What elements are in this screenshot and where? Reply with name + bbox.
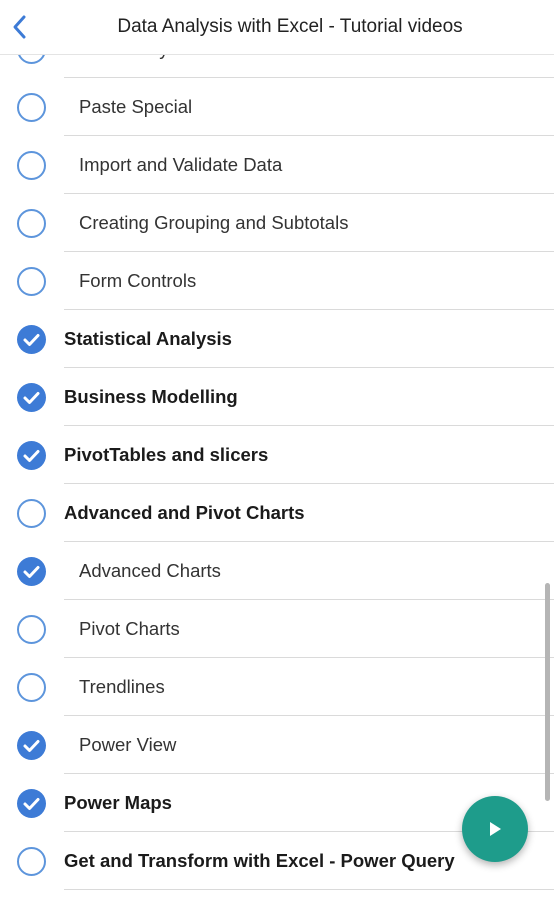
- back-button[interactable]: [0, 0, 40, 54]
- lesson-row[interactable]: Pivot Charts: [0, 600, 554, 658]
- section-row[interactable]: Advanced and Pivot Charts: [0, 484, 554, 542]
- unchecked-circle-icon[interactable]: [17, 615, 46, 644]
- checkmark-icon: [23, 566, 40, 578]
- lesson-label: Creating Grouping and Subtotals: [79, 212, 349, 233]
- lesson-row[interactable]: Import and Validate Data: [0, 136, 554, 194]
- unchecked-circle-icon[interactable]: [17, 847, 46, 876]
- section-row[interactable]: PivotTables and slicers: [0, 426, 554, 484]
- checkmark-icon: [23, 798, 40, 810]
- lesson-label: Form Controls: [79, 270, 197, 291]
- page-title: Data Analysis with Excel - Tutorial vide…: [117, 16, 463, 37]
- lesson-label: Get and Transform with Excel - Power Que…: [64, 850, 455, 871]
- unchecked-circle-icon[interactable]: [17, 209, 46, 238]
- lesson-label: Advanced and Pivot Charts: [64, 502, 305, 523]
- lesson-label: Import and Validate Data: [79, 154, 283, 175]
- lesson-label: Pivot Charts: [79, 618, 180, 639]
- lesson-label: PivotTables and slicers: [64, 444, 269, 465]
- unchecked-circle-icon[interactable]: [17, 499, 46, 528]
- chevron-left-icon: [13, 15, 26, 39]
- unchecked-circle-icon[interactable]: [17, 93, 46, 122]
- unchecked-circle-icon[interactable]: [17, 151, 46, 180]
- lesson-row[interactable]: Power View: [0, 716, 554, 774]
- checkmark-icon: [23, 450, 40, 462]
- app-header: Data Analysis with Excel - Tutorial vide…: [0, 0, 554, 55]
- lesson-label: Trendlines: [79, 676, 165, 697]
- play-icon: [490, 822, 501, 836]
- lesson-label: Advanced Charts: [79, 560, 221, 581]
- play-button[interactable]: [462, 796, 528, 862]
- checked-circle-icon[interactable]: [17, 789, 46, 818]
- checkmark-icon: [23, 334, 40, 346]
- lesson-row[interactable]: Form Controls: [0, 252, 554, 310]
- checkmark-icon: [23, 392, 40, 404]
- scrollbar[interactable]: [545, 583, 550, 801]
- lesson-label: Business Modelling: [64, 386, 238, 407]
- section-row[interactable]: Statistical Analysis: [0, 310, 554, 368]
- lesson-list: Data Analysis Tool PakPaste SpecialImpor…: [0, 20, 554, 890]
- checked-circle-icon[interactable]: [17, 557, 46, 586]
- checked-circle-icon[interactable]: [17, 325, 46, 354]
- section-row[interactable]: Business Modelling: [0, 368, 554, 426]
- lesson-label: Statistical Analysis: [64, 328, 232, 349]
- lesson-row[interactable]: Paste Special: [0, 78, 554, 136]
- checked-circle-icon[interactable]: [17, 383, 46, 412]
- lesson-label: Power Maps: [64, 792, 172, 813]
- lesson-row[interactable]: Advanced Charts: [0, 542, 554, 600]
- checked-circle-icon[interactable]: [17, 441, 46, 470]
- checkmark-icon: [23, 740, 40, 752]
- lesson-label: Paste Special: [79, 96, 193, 117]
- lesson-row[interactable]: Trendlines: [0, 658, 554, 716]
- unchecked-circle-icon[interactable]: [17, 673, 46, 702]
- unchecked-circle-icon[interactable]: [17, 267, 46, 296]
- checked-circle-icon[interactable]: [17, 731, 46, 760]
- divider: [64, 889, 554, 890]
- lesson-label: Power View: [79, 734, 177, 755]
- lesson-row[interactable]: Creating Grouping and Subtotals: [0, 194, 554, 252]
